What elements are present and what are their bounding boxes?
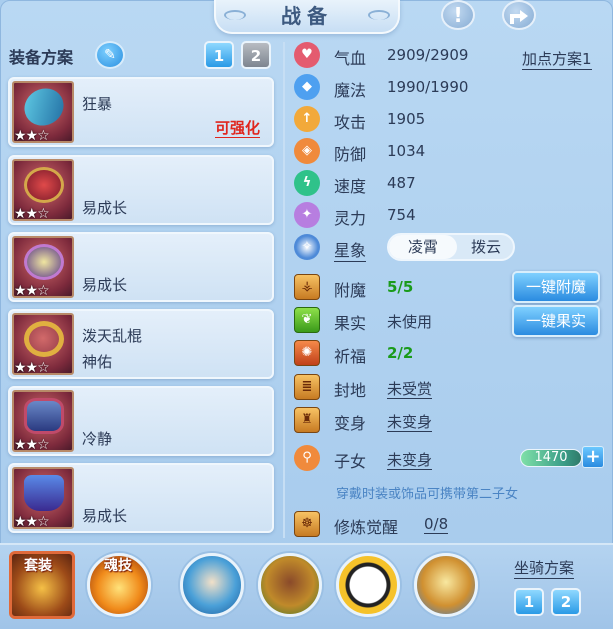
stat-label: 子女: [334, 452, 367, 471]
sword-icon: ↑: [294, 106, 320, 132]
stat-value[interactable]: 未变身: [387, 413, 433, 432]
stat-label: 速度: [334, 177, 367, 196]
soul-skill-label: 魂技: [104, 558, 132, 574]
column-divider: [283, 42, 285, 538]
second-child-hint[interactable]: 穿戴时装或饰品可携带第二子女: [336, 483, 518, 502]
equipment-slot-armor[interactable]: ★★☆ 易成长: [8, 463, 274, 533]
stat-value: 487: [387, 174, 416, 192]
stat-label: 附魔: [334, 281, 367, 300]
enchant-icon: ⚶: [294, 274, 320, 300]
stat-label: 攻击: [334, 113, 367, 132]
enhance-link[interactable]: 可强化: [214, 119, 260, 138]
lightning-icon: ϟ: [294, 170, 320, 196]
scheme-tab-2[interactable]: 2: [241, 41, 271, 69]
stat-value: 2909/2909: [387, 46, 469, 64]
spirit-icon: ✦: [294, 202, 320, 228]
meditation-icon: ☸: [294, 511, 320, 537]
fief-icon: ≣: [294, 374, 320, 400]
star-rating: ★★☆: [14, 437, 50, 453]
equipment-trait-2: 神佑: [82, 353, 113, 371]
fruit-icon: ❦: [294, 307, 320, 333]
warrior-skill-icon[interactable]: [258, 553, 322, 617]
stat-label: 封地: [334, 381, 367, 400]
child-energy-bar: 1470: [520, 449, 582, 467]
star-rating: ★★☆: [14, 128, 50, 144]
equipment-slot-belt[interactable]: ★★☆ 泼天乱棍 神佑: [8, 309, 274, 379]
equipment-slot-weapon[interactable]: ★★☆ 狂暴 可强化: [8, 77, 274, 147]
mount-tab-1[interactable]: 1: [514, 588, 544, 616]
star-rating: ★★☆: [14, 514, 50, 530]
fruit-all-button[interactable]: 一键果实: [512, 305, 600, 337]
stat-value[interactable]: 0/8: [424, 515, 449, 534]
add-point-scheme-link[interactable]: 加点方案1: [522, 48, 592, 70]
yin-yang-skill-icon[interactable]: [336, 553, 400, 617]
transform-icon: ♜: [294, 407, 320, 433]
stat-value: 1034: [387, 142, 426, 160]
equipment-trait: 易成长: [82, 199, 128, 217]
child-icon: ⚲: [294, 445, 320, 471]
mount-tab-2[interactable]: 2: [551, 588, 581, 616]
stat-label: 魔法: [334, 81, 367, 100]
equipment-slot-necklace[interactable]: ★★☆ 易成长: [8, 232, 274, 302]
stat-label: 果实: [334, 314, 367, 333]
star-sign-option-selected[interactable]: 凌霄: [389, 235, 457, 259]
equipment-trait: 冷静: [82, 430, 113, 448]
stat-value[interactable]: 未受赏: [387, 380, 433, 399]
equipment-scheme-label: 装备方案: [9, 48, 74, 67]
star-sign-toggle[interactable]: 凌霄 拨云: [387, 233, 515, 261]
shield-icon: ◈: [294, 138, 320, 164]
drop-icon: ◆: [294, 74, 320, 100]
star-sign-option[interactable]: 拨云: [459, 235, 513, 259]
stat-value: 2/2: [387, 344, 414, 362]
equipment-slot-bracer[interactable]: ★★☆ 冷静: [8, 386, 274, 456]
exclamation-icon[interactable]: !: [441, 0, 475, 30]
stat-label: 祈福: [334, 347, 367, 366]
set-label: 套装: [24, 558, 52, 574]
equipment-trait: 狂暴: [82, 95, 113, 113]
star-sign-label[interactable]: 星象: [334, 237, 367, 262]
stat-label: 气血: [334, 49, 367, 68]
stat-label: 修炼觉醒: [334, 518, 399, 537]
stat-label: 变身: [334, 414, 367, 433]
stat-value: 1905: [387, 110, 426, 128]
equipment-trait: 易成长: [82, 507, 128, 525]
scheme-tab-1[interactable]: 1: [204, 41, 234, 69]
enchant-all-button[interactable]: 一键附魔: [512, 271, 600, 303]
stat-value: 5/5: [387, 278, 414, 296]
stat-value: 754: [387, 206, 416, 224]
stat-label: 灵力: [334, 209, 367, 228]
star-rating: ★★☆: [14, 360, 50, 376]
stat-value: 未使用: [387, 313, 433, 331]
heart-icon: ♥: [294, 42, 320, 68]
blessing-icon: ✺: [294, 340, 320, 366]
title-ornament-right: [368, 10, 390, 20]
equipment-trait: 泼天乱棍: [82, 327, 143, 345]
share-icon[interactable]: [502, 0, 536, 30]
star-rating: ★★☆: [14, 206, 50, 222]
equipment-slot-helmet[interactable]: ★★☆ 易成长: [8, 155, 274, 225]
star-sign-icon: ✧: [294, 234, 320, 260]
stat-value[interactable]: 未变身: [387, 451, 433, 470]
stat-label: 防御: [334, 145, 367, 164]
pencil-icon[interactable]: ✎: [95, 41, 125, 69]
blade-skill-icon[interactable]: [414, 553, 478, 617]
title-ornament-left: [224, 10, 246, 20]
plus-icon[interactable]: +: [582, 446, 604, 468]
star-rating: ★★☆: [14, 283, 50, 299]
stat-value: 1990/1990: [387, 78, 469, 96]
mount-scheme-label: 坐骑方案: [514, 559, 575, 579]
equipment-trait: 易成长: [82, 276, 128, 294]
fist-skill-icon[interactable]: [180, 553, 244, 617]
